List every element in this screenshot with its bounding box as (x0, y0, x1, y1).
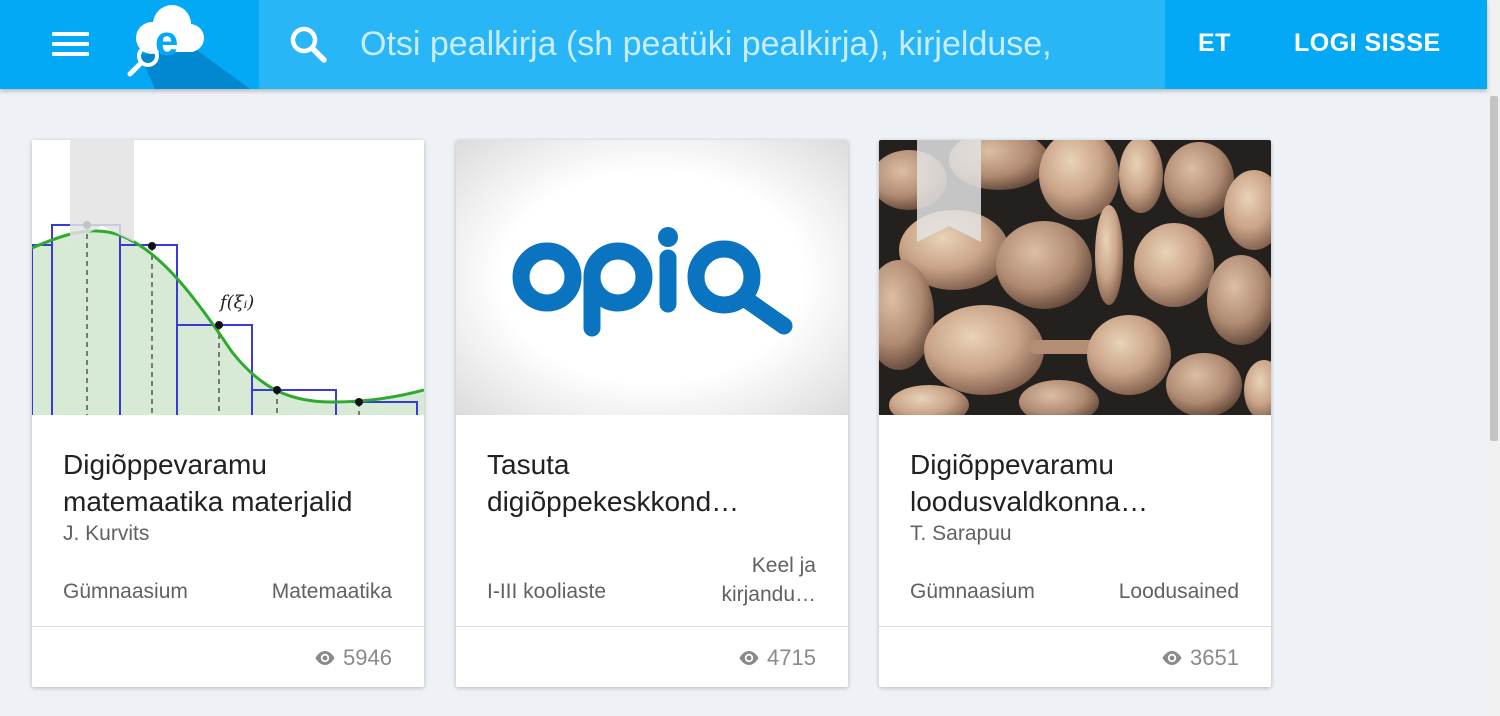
card-title-line: digiõppekeskkond… (487, 486, 740, 517)
card-divider (32, 626, 424, 627)
views-count: 5946 (343, 645, 392, 670)
card-views: 3651 (1161, 645, 1239, 671)
material-card-opiq[interactable]: Tasuta digiõppekeskkond… I-III kooliaste… (456, 140, 848, 687)
material-card-nature[interactable]: Digiõppevaramu loodusvaldkonna… T. Sarap… (879, 140, 1271, 687)
card-divider (456, 626, 848, 627)
eye-icon (1162, 651, 1182, 665)
search-box[interactable] (259, 0, 1165, 89)
views-count: 3651 (1190, 645, 1239, 670)
card-title-line: Tasuta (487, 449, 570, 480)
views-count: 4715 (767, 645, 816, 670)
card-views: 5946 (314, 645, 392, 671)
page-scrollbar[interactable] (1487, 0, 1500, 716)
card-subject: Keel ja kirjandu… (721, 551, 816, 609)
card-level: I-III kooliaste (487, 580, 607, 603)
card-level: Gümnaasium (63, 580, 188, 603)
eye-icon (315, 651, 335, 665)
card-title[interactable]: Digiõppevaramu matemaatika materjalid (63, 446, 403, 520)
card-subject-line: Keel ja (751, 554, 816, 577)
e-koolikott-logo[interactable]: e (110, 0, 260, 89)
language-selector[interactable]: ET (1198, 29, 1231, 58)
search-icon[interactable] (289, 25, 329, 65)
function-label: f(ξᵢ) (218, 292, 254, 313)
card-level: Gümnaasium (910, 580, 1035, 603)
card-title-line: matemaatika materjalid (63, 486, 353, 517)
scrollbar-thumb[interactable] (1490, 96, 1498, 441)
card-author: J. Kurvits (63, 522, 150, 545)
card-author: T. Sarapuu (910, 522, 1012, 545)
card-thumbnail-opiq-logo (456, 140, 848, 415)
card-views: 4715 (738, 645, 816, 671)
card-title[interactable]: Tasuta digiõppekeskkond… (487, 446, 827, 520)
search-input[interactable] (360, 21, 1160, 67)
bookmark-icon[interactable] (917, 140, 981, 242)
login-button[interactable]: LOGI SISSE (1294, 29, 1441, 58)
card-divider (879, 626, 1271, 627)
menu-icon[interactable] (52, 29, 90, 59)
material-card-math[interactable]: f(ξᵢ) Digiõppevaramu matemaatika materja… (32, 140, 424, 687)
card-subject: Matemaatika (271, 580, 392, 603)
card-title[interactable]: Digiõppevaramu loodusvaldkonna… (910, 446, 1250, 520)
eye-icon (739, 651, 759, 665)
card-subject: Loodusained (1118, 580, 1239, 603)
card-subject-line: kirjandu… (721, 583, 816, 606)
card-title-line: Digiõppevaramu (63, 449, 267, 480)
bookmark-icon[interactable] (70, 140, 134, 242)
card-title-line: Digiõppevaramu (910, 449, 1114, 480)
card-title-line: loodusvaldkonna… (910, 486, 1149, 517)
app-header: e ET LOGI SISSE (0, 0, 1487, 89)
